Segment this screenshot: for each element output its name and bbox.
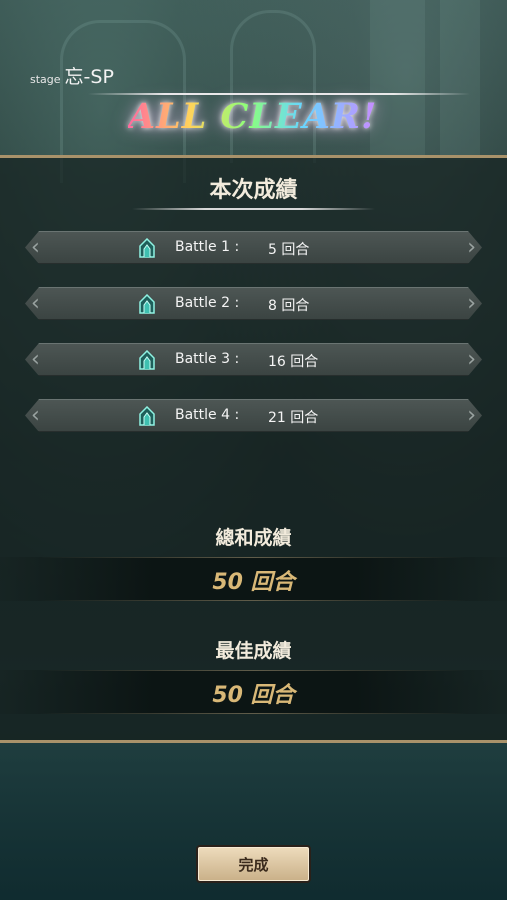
background-pillar [370, 0, 425, 160]
total-results-band: 50 回合 [0, 557, 507, 601]
total-results-value: 50 回合 [212, 570, 295, 595]
header-divider [88, 93, 470, 95]
stage-prefix: stage [30, 73, 61, 86]
battle-label: Battle 3 : [175, 351, 240, 367]
battle-row-4: ‹ Battle 4 : 21 回合 › [25, 399, 482, 432]
crystal-gate-icon [137, 406, 157, 426]
best-results-value: 50 回合 [212, 683, 295, 708]
crystal-gate-icon [137, 294, 157, 314]
stage-name: 忘-SP [64, 66, 114, 88]
battle-label: Battle 1 : [175, 239, 240, 255]
battle-turns: 5 回合 [268, 242, 310, 258]
battle-turns: 16 回合 [268, 354, 319, 370]
battle-label: Battle 2 : [175, 295, 240, 311]
result-screen: stage 忘-SP ALL CLEAR! 本次成績 ‹ Battle 1 : … [0, 0, 507, 900]
best-results-band: 50 回合 [0, 670, 507, 714]
battle-turns: 8 回合 [268, 298, 310, 314]
done-button[interactable]: 完成 [196, 845, 311, 883]
battle-row-2: ‹ Battle 2 : 8 回合 › [25, 287, 482, 320]
stage-label: stage 忘-SP [30, 62, 114, 89]
crystal-gate-icon [137, 238, 157, 258]
best-results-title: 最佳成績 [215, 640, 292, 662]
background-arch [230, 10, 316, 163]
battle-row-1: ‹ Battle 1 : 5 回合 › [25, 231, 482, 264]
battle-label: Battle 4 : [175, 407, 240, 423]
current-results-underline [132, 208, 375, 210]
battle-turns: 21 回合 [268, 410, 319, 426]
total-results-title: 總和成績 [215, 527, 292, 549]
all-clear-banner: ALL CLEAR! [128, 96, 378, 137]
current-results-title: 本次成績 [209, 178, 298, 203]
background-pillar [440, 0, 480, 160]
battle-row-3: ‹ Battle 3 : 16 回合 › [25, 343, 482, 376]
crystal-gate-icon [137, 350, 157, 370]
